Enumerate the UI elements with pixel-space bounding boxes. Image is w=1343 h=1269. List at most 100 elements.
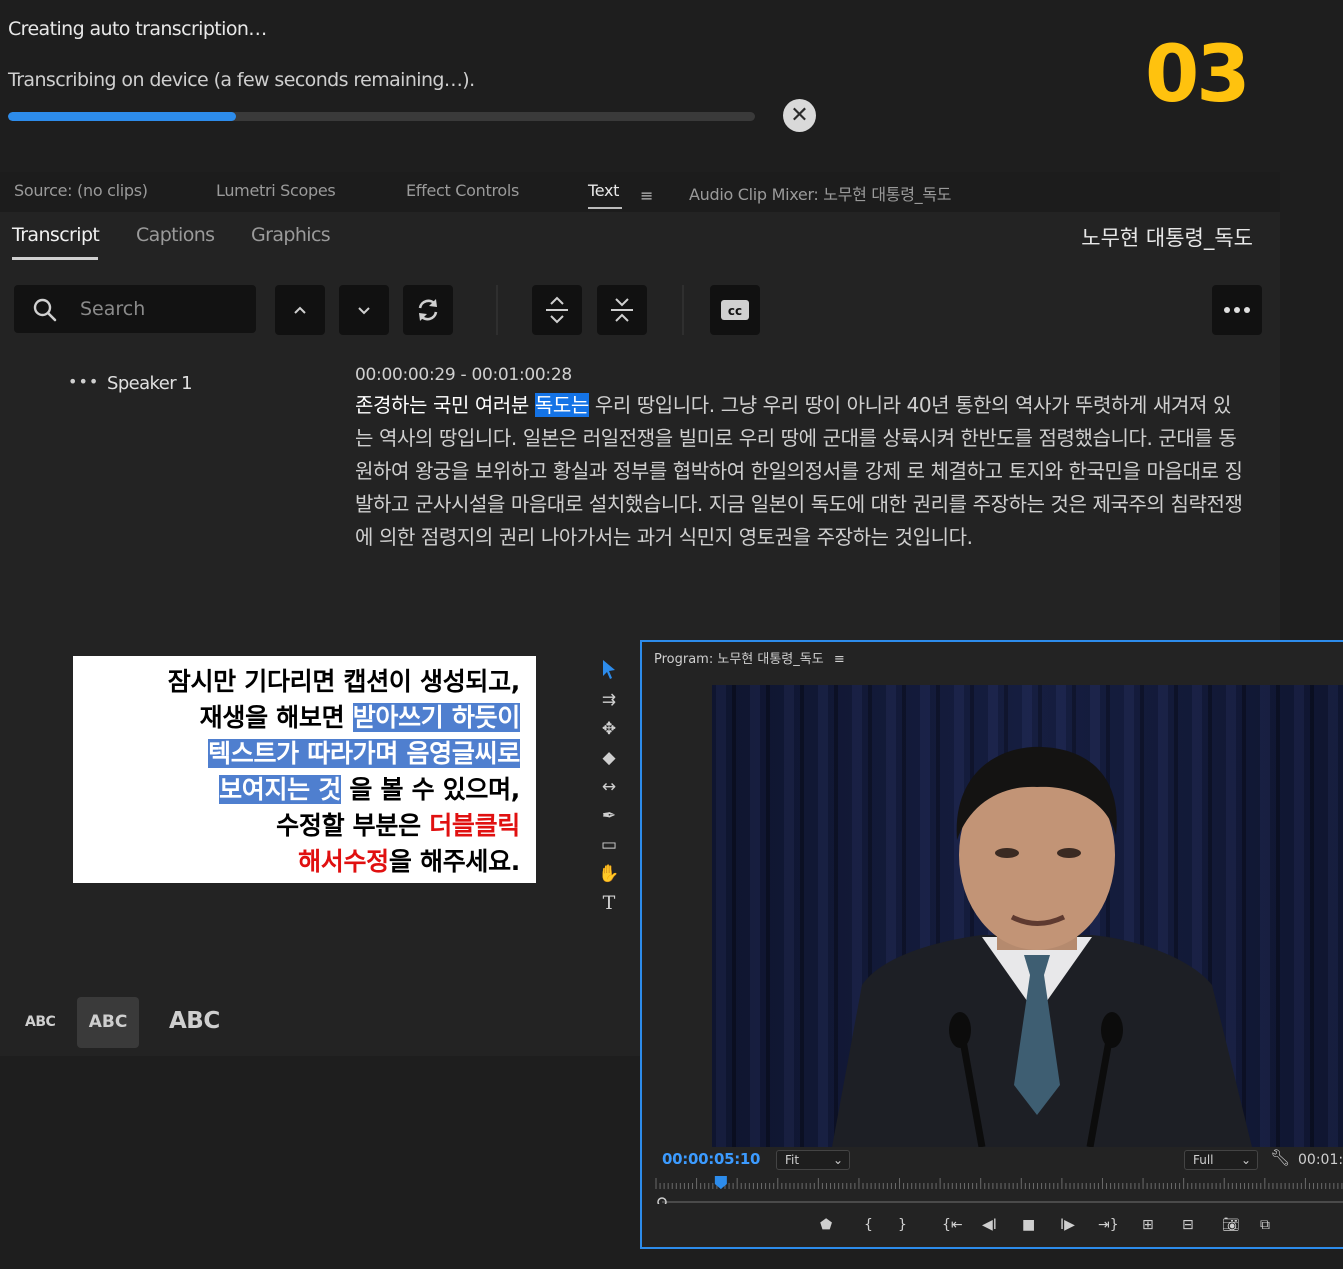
expand-all-button[interactable] xyxy=(532,285,582,335)
chevron-up-icon xyxy=(294,306,306,314)
resolution-dropdown[interactable]: Full ⌄ xyxy=(1184,1150,1258,1170)
callout-highlight-3: 보여지는 것 xyxy=(219,775,341,804)
callout-highlight-2: 텍스트가 따라가며 음영글씨로 xyxy=(208,739,520,768)
step-forward-button[interactable]: I▶ xyxy=(1060,1217,1075,1233)
ripple-edit-tool[interactable]: ✥ xyxy=(596,716,622,742)
slip-tool[interactable]: ↔ xyxy=(596,774,622,800)
tutorial-callout: 잠시만 기다리면 캡션이 생성되고, 재생을 해보면 받아쓰기 하듯이 텍스트가… xyxy=(73,656,536,883)
segment-timecode: 00:00:00:29 - 00:01:00:28 xyxy=(355,365,572,385)
toolbar-divider xyxy=(496,285,498,335)
add-marker-button[interactable]: ⬟ xyxy=(820,1217,832,1233)
go-to-in-button[interactable]: {⇤ xyxy=(942,1217,963,1233)
program-monitor-title[interactable]: Program: 노무현 대통령_독도 ≡ xyxy=(654,648,845,667)
chevron-down-icon xyxy=(358,307,370,315)
cancel-transcription-button[interactable]: ✕ xyxy=(783,99,816,132)
search-icon xyxy=(33,298,57,322)
tab-audio-clip-mixer[interactable]: Audio Clip Mixer: 노무현 대통령_독도 xyxy=(689,181,951,205)
prev-result-button[interactable] xyxy=(275,285,325,335)
program-monitor: Program: 노무현 대통령_독도 ≡ 00:00:05:10 Fit ⌄ … xyxy=(640,640,1343,1249)
refresh-icon xyxy=(418,299,438,321)
collapse-all-button[interactable] xyxy=(597,285,647,335)
type-tool[interactable]: T xyxy=(596,890,622,916)
pen-icon: ✒ xyxy=(601,806,617,826)
tab-effect-controls[interactable]: Effect Controls xyxy=(406,181,519,200)
track-select-tool[interactable]: ⇉ xyxy=(596,687,622,713)
progress-bar xyxy=(8,112,755,121)
chevron-down-icon: ⌄ xyxy=(832,1153,843,1167)
selection-tool[interactable] xyxy=(596,658,622,684)
callout-line-1: 잠시만 기다리면 캡션이 생성되고, xyxy=(167,667,521,696)
camera-icon: 📷︎ xyxy=(1222,1217,1240,1233)
tab-text[interactable]: Text xyxy=(588,181,619,200)
razor-icon: ◆ xyxy=(602,748,616,768)
replace-button[interactable] xyxy=(403,285,453,335)
close-icon: ✕ xyxy=(790,103,809,128)
stop-button[interactable]: ■ xyxy=(1022,1217,1035,1233)
text-size-small-button[interactable]: ABC xyxy=(25,1014,56,1030)
step-back-button[interactable]: ◀I xyxy=(982,1217,997,1233)
create-captions-button[interactable]: cc xyxy=(710,285,760,335)
mark-out-button[interactable]: } xyxy=(898,1217,907,1233)
subtab-graphics[interactable]: Graphics xyxy=(251,224,331,246)
svg-text:cc: cc xyxy=(728,304,742,318)
speaker-menu-icon[interactable]: ••• xyxy=(68,372,99,391)
settings-wrench-icon[interactable]: 🔧︎ xyxy=(1270,1148,1290,1167)
current-word-highlight: 독도는 xyxy=(534,393,589,417)
chevron-down-icon: ⌄ xyxy=(1240,1153,1251,1167)
extract-button[interactable]: ⊟ xyxy=(1182,1217,1194,1233)
progress-subtitle: Transcribing on device (a few seconds re… xyxy=(8,69,475,91)
callout-line-6: 을 해주세요. xyxy=(388,847,520,876)
export-frame-button[interactable]: 📷︎ xyxy=(1222,1217,1240,1233)
progress-title: Creating auto transcription… xyxy=(8,18,267,40)
comparison-view-button[interactable]: ⧉ xyxy=(1260,1217,1270,1233)
tools-panel: ⇉ ✥ ◆ ↔ ✒ ▭ ✋ T xyxy=(592,656,626,926)
zoom-dropdown[interactable]: Fit ⌄ xyxy=(776,1150,850,1170)
callout-red-2: 해서수정 xyxy=(298,847,389,876)
mark-in-button[interactable]: { xyxy=(864,1217,873,1233)
toolbar-divider xyxy=(682,285,684,335)
type-icon: T xyxy=(602,892,616,914)
time-ruler[interactable] xyxy=(654,1176,1343,1204)
rectangle-tool[interactable]: ▭ xyxy=(596,832,622,858)
hand-icon: ✋ xyxy=(598,864,620,884)
step-number: 03 xyxy=(1145,30,1251,120)
pen-tool[interactable]: ✒ xyxy=(596,803,622,829)
expand-icon xyxy=(546,296,568,324)
slip-icon: ↔ xyxy=(601,777,617,797)
monitor-menu-icon: ≡ xyxy=(833,652,845,667)
panel-menu-icon[interactable]: ≡ xyxy=(640,186,653,205)
progress-fill xyxy=(8,112,236,121)
speaker-name[interactable]: Speaker 1 xyxy=(107,373,193,394)
playhead-timecode[interactable]: 00:00:05:10 xyxy=(662,1150,761,1168)
ellipsis-icon xyxy=(1224,307,1250,313)
tab-lumetri-scopes[interactable]: Lumetri Scopes xyxy=(216,181,336,200)
subtab-transcript[interactable]: Transcript xyxy=(12,224,100,246)
next-result-button[interactable] xyxy=(339,285,389,335)
track-select-icon: ⇉ xyxy=(601,690,617,710)
callout-red-1: 더블클릭 xyxy=(429,811,520,840)
rectangle-icon: ▭ xyxy=(600,835,618,855)
transcript-text[interactable]: 존경하는 국민 여러분 독도는 우리 땅입니다. 그냥 우리 땅이 아니라 40… xyxy=(355,389,1245,554)
text-size-large-button[interactable]: ABC xyxy=(169,1008,220,1034)
search-input[interactable] xyxy=(80,294,250,324)
cc-icon: cc xyxy=(721,300,749,320)
program-video[interactable] xyxy=(712,685,1343,1147)
collapse-icon xyxy=(611,298,633,322)
razor-tool[interactable]: ◆ xyxy=(596,745,622,771)
callout-line-5: 수정할 부분은 xyxy=(276,811,430,840)
more-options-button[interactable] xyxy=(1212,285,1262,335)
tab-source[interactable]: Source: (no clips) xyxy=(14,181,148,200)
video-frame xyxy=(712,685,1343,1147)
sequence-title: 노무현 대통령_독도 xyxy=(1081,226,1253,250)
callout-line-4: 을 볼 수 있으며, xyxy=(340,775,520,804)
text-size-medium-button[interactable]: ABC xyxy=(77,997,139,1048)
lift-button[interactable]: ⊞ xyxy=(1142,1217,1154,1233)
subtab-captions[interactable]: Captions xyxy=(136,224,215,246)
go-to-out-button[interactable]: ⇥} xyxy=(1098,1217,1119,1233)
callout-highlight-1: 받아쓰기 하듯이 xyxy=(352,703,520,732)
ripple-edit-icon: ✥ xyxy=(601,719,617,739)
callout-line-2: 재생을 해보면 xyxy=(199,703,353,732)
arrow-pointer-icon xyxy=(603,660,615,679)
duration-timecode: 00:01: xyxy=(1298,1152,1343,1168)
hand-tool[interactable]: ✋ xyxy=(596,861,622,887)
